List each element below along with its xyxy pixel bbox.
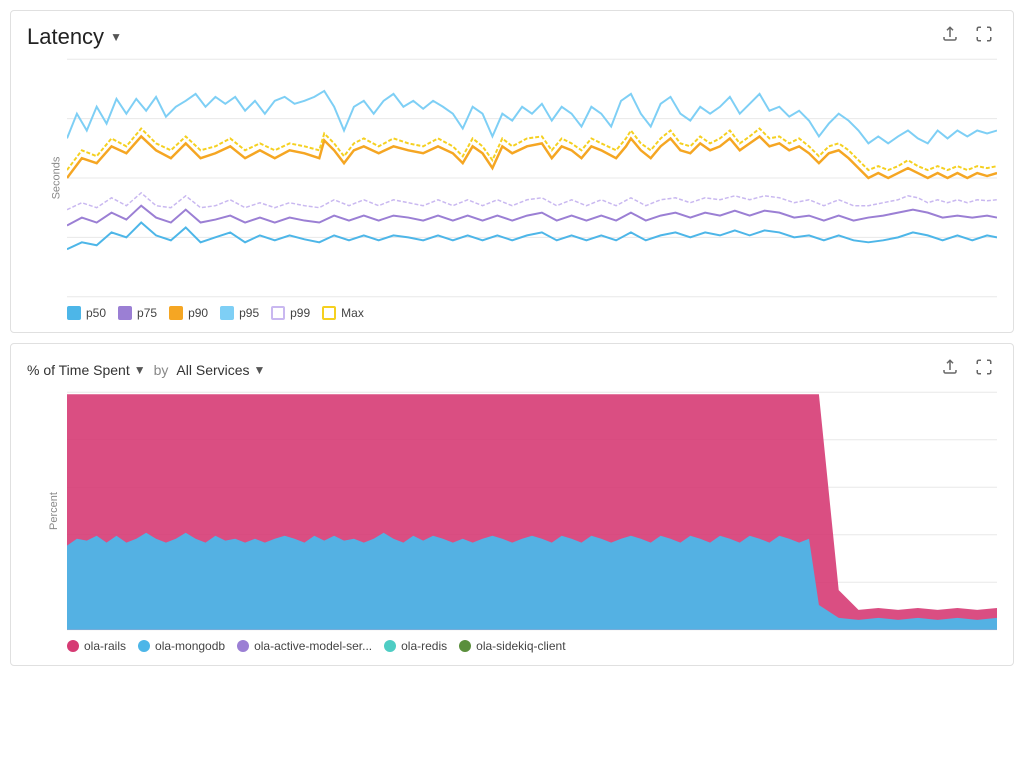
all-services-label: All Services — [176, 362, 249, 378]
timespent-panel: % of Time Spent ▼ by All Services ▼ Perc… — [10, 343, 1014, 666]
timespent-chart-container: Percent 100 80 60 40 20 0 18:00 21:00 — [27, 391, 997, 631]
legend-p50-label: p50 — [86, 306, 106, 320]
legend-ola-active-model-label: ola-active-model-ser... — [254, 639, 372, 653]
latency-dropdown-arrow[interactable]: ▼ — [110, 30, 122, 44]
latency-panel: Latency ▼ Seconds 15 10 — [10, 10, 1014, 333]
legend-max-swatch — [322, 306, 336, 320]
latency-legend: p50 p75 p90 p95 p99 Max — [67, 306, 997, 320]
by-label: by — [154, 362, 169, 378]
legend-ola-mongodb: ola-mongodb — [138, 639, 225, 653]
timespent-chart-svg: 100 80 60 40 20 0 18:00 21:00 Fri 9 03:0… — [67, 391, 997, 631]
timespent-title: % of Time Spent — [27, 362, 130, 378]
legend-ola-redis-label: ola-redis — [401, 639, 447, 653]
legend-p50: p50 — [67, 306, 106, 320]
legend-p99: p99 — [271, 306, 310, 320]
legend-ola-sidekiq: ola-sidekiq-client — [459, 639, 565, 653]
legend-ola-rails: ola-rails — [67, 639, 126, 653]
legend-p95: p95 — [220, 306, 259, 320]
legend-p90-label: p90 — [188, 306, 208, 320]
timespent-legend: ola-rails ola-mongodb ola-active-model-s… — [67, 639, 997, 653]
latency-y-axis-label: Seconds — [50, 157, 62, 200]
timespent-upload-button[interactable] — [937, 356, 963, 383]
latency-title: Latency — [27, 24, 104, 50]
legend-ola-sidekiq-swatch — [459, 640, 471, 652]
legend-max: Max — [322, 306, 364, 320]
legend-p95-swatch — [220, 306, 234, 320]
timespent-dropdown-arrow[interactable]: ▼ — [134, 363, 146, 377]
timespent-header: % of Time Spent ▼ by All Services ▼ — [27, 356, 997, 383]
legend-ola-active-model-swatch — [237, 640, 249, 652]
legend-p75-swatch — [118, 306, 132, 320]
timespent-actions — [937, 356, 997, 383]
legend-ola-sidekiq-label: ola-sidekiq-client — [476, 639, 565, 653]
latency-title-group: Latency ▼ — [27, 24, 122, 50]
latency-fullscreen-button[interactable] — [971, 23, 997, 50]
legend-ola-mongodb-label: ola-mongodb — [155, 639, 225, 653]
latency-chart-container: Seconds 15 10 5 0 18:00 21:00 Fri 9 03:0… — [27, 58, 997, 298]
legend-ola-redis: ola-redis — [384, 639, 447, 653]
legend-p50-swatch — [67, 306, 81, 320]
legend-p75: p75 — [118, 306, 157, 320]
latency-upload-button[interactable] — [937, 23, 963, 50]
all-services-arrow[interactable]: ▼ — [254, 363, 266, 377]
legend-max-label: Max — [341, 306, 364, 320]
timespent-title-group: % of Time Spent ▼ by All Services ▼ — [27, 362, 265, 378]
legend-ola-active-model: ola-active-model-ser... — [237, 639, 372, 653]
legend-ola-rails-swatch — [67, 640, 79, 652]
latency-actions — [937, 23, 997, 50]
timespent-title-dropdown[interactable]: % of Time Spent ▼ — [27, 362, 146, 378]
timespent-y-axis-label: Percent — [48, 492, 60, 530]
legend-ola-mongodb-swatch — [138, 640, 150, 652]
legend-p90-swatch — [169, 306, 183, 320]
timespent-fullscreen-button[interactable] — [971, 356, 997, 383]
legend-ola-rails-label: ola-rails — [84, 639, 126, 653]
legend-ola-redis-swatch — [384, 640, 396, 652]
legend-p95-label: p95 — [239, 306, 259, 320]
legend-p90: p90 — [169, 306, 208, 320]
all-services-dropdown[interactable]: All Services ▼ — [176, 362, 265, 378]
legend-p75-label: p75 — [137, 306, 157, 320]
legend-p99-label: p99 — [290, 306, 310, 320]
legend-p99-swatch — [271, 306, 285, 320]
latency-chart-svg: 15 10 5 0 18:00 21:00 Fri 9 03:00 06:00 … — [67, 58, 997, 298]
latency-header: Latency ▼ — [27, 23, 997, 50]
